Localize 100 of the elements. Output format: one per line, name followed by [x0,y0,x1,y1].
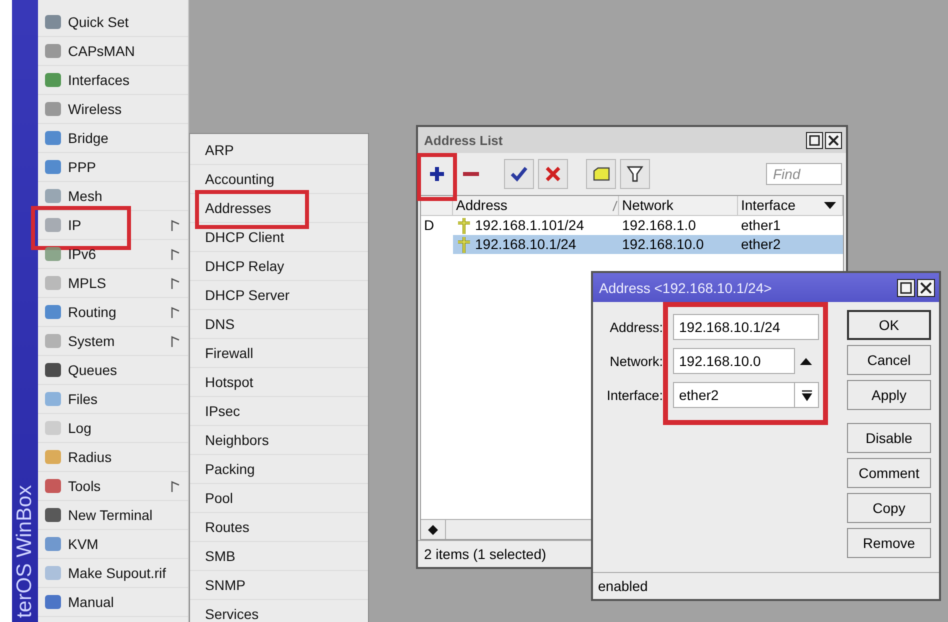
menu-item[interactable]: Wireless [38,95,188,124]
menu-icon [44,216,62,234]
address-text: 192.168.1.101/24 [475,216,584,235]
close-button[interactable] [825,132,842,148]
menu-item[interactable]: Manual [38,588,188,617]
table-cell: ether2 [741,235,781,254]
menu-icon [44,535,62,553]
submenu-item[interactable]: DHCP Client [205,229,284,245]
menu-icon [44,506,62,524]
maximize-button[interactable] [897,278,915,297]
status-text: enabled [598,578,648,594]
diamond-icon [428,524,438,534]
address-text: 192.168.10.1/24 [475,235,576,254]
menu-icon [44,245,62,263]
cross-icon [544,165,562,183]
dialog-button[interactable]: Cancel [847,345,931,376]
menu-icon [44,13,62,31]
submenu-item[interactable]: SNMP [205,577,246,593]
find-field[interactable]: Find [766,163,842,185]
menu-icon [44,71,62,89]
submenu-item[interactable]: IPsec [205,403,240,419]
dropdown-field[interactable]: ether2 [673,382,795,408]
menu-icon [44,303,62,321]
menu-item[interactable]: Quick Set [38,8,188,37]
filter-button[interactable] [620,159,650,189]
menu-item[interactable]: Interfaces [38,66,188,95]
submenu-item[interactable]: Neighbors [205,432,269,448]
menu-item[interactable]: MPLS [38,269,188,298]
close-icon [920,282,932,294]
maximize-button[interactable] [806,132,823,148]
menu-item[interactable]: Radius [38,443,188,472]
field-label: Interface: [606,388,663,403]
comment-button[interactable] [586,159,616,189]
close-button[interactable] [917,278,935,297]
submenu-item[interactable]: ARP [205,142,234,158]
submenu-item[interactable]: Routes [205,519,250,535]
menu-item[interactable]: Queues [38,356,188,385]
submenu-item[interactable]: Addresses [205,200,272,216]
submenu-item[interactable]: DHCP Server [205,287,290,303]
dialog-button[interactable]: Copy [847,493,931,524]
dialog-button[interactable]: Disable [847,423,931,454]
menu-item[interactable]: Make Supout.rif [38,559,188,588]
field-label: Network: [608,354,663,369]
submenu-item[interactable]: DHCP Relay [205,258,284,274]
window-title: Address List [424,132,503,148]
menu-item[interactable]: Bridge [38,124,188,153]
menu-icon [44,564,62,582]
menu-item[interactable]: Tools [38,472,188,501]
menu-item[interactable]: PPP [38,153,188,182]
submenu-item[interactable]: SMB [205,548,236,564]
menu-icon [44,129,62,147]
dropdown-icon [800,390,812,401]
menu-icon [44,419,62,437]
menu-item[interactable]: Routing [38,298,188,327]
address-cell[interactable]: 192.168.1.101/24 [453,216,619,235]
menu-icon [44,448,62,466]
maximize-icon [809,134,820,146]
enable-button[interactable] [504,159,534,189]
dialog-button[interactable]: OK [847,310,931,340]
table-cell: 192.168.1.0 [622,216,696,235]
input-field[interactable]: 192.168.10.1/24 [673,314,819,340]
input-field[interactable]: 192.168.10.0 [673,348,795,374]
menu-item[interactable]: Files [38,385,188,414]
menu-item[interactable]: CAPsMAN [38,37,188,66]
menu-item[interactable]: IP [38,211,188,240]
submenu-item[interactable]: Services [205,606,259,622]
menu-item[interactable]: System [38,327,188,356]
submenu-item[interactable]: Firewall [205,345,254,361]
add-icon [428,165,446,183]
field-label: Address: [608,320,663,335]
menu-icon [44,477,62,495]
dialog-button[interactable]: Remove [847,528,931,558]
app-brand: terOS WinBox [12,484,37,620]
menu-item[interactable]: IPv6 [38,240,188,269]
submenu-item[interactable]: Accounting [205,171,274,187]
menu-icon [44,187,62,205]
disable-button[interactable] [538,159,568,189]
dialog-title: Address <192.168.10.1/24> [599,280,772,296]
dropdown-icon [824,202,836,209]
menu-icon [44,274,62,292]
menu-item[interactable]: New Terminal [38,501,188,530]
menu-item[interactable]: Log [38,414,188,443]
menu-icon [44,158,62,176]
close-icon [828,134,839,146]
menu-item[interactable]: Mesh [38,182,188,211]
remove-icon [463,172,479,176]
submenu-item[interactable]: Hotspot [205,374,254,390]
submenu-item[interactable]: Packing [205,461,255,477]
menu-icon [44,361,62,379]
menu-icon [44,390,62,408]
dialog-button[interactable]: Apply [847,380,931,410]
menu-icon [44,100,62,118]
menu-item[interactable]: KVM [38,530,188,559]
menu-icon [44,332,62,350]
note-icon [592,165,610,183]
address-cell[interactable]: 192.168.10.1/24 [453,235,619,254]
submenu-item[interactable]: DNS [205,316,235,332]
table-cell: 192.168.10.0 [622,235,704,254]
dialog-button[interactable]: Comment [847,458,931,488]
submenu-item[interactable]: Pool [205,490,234,506]
